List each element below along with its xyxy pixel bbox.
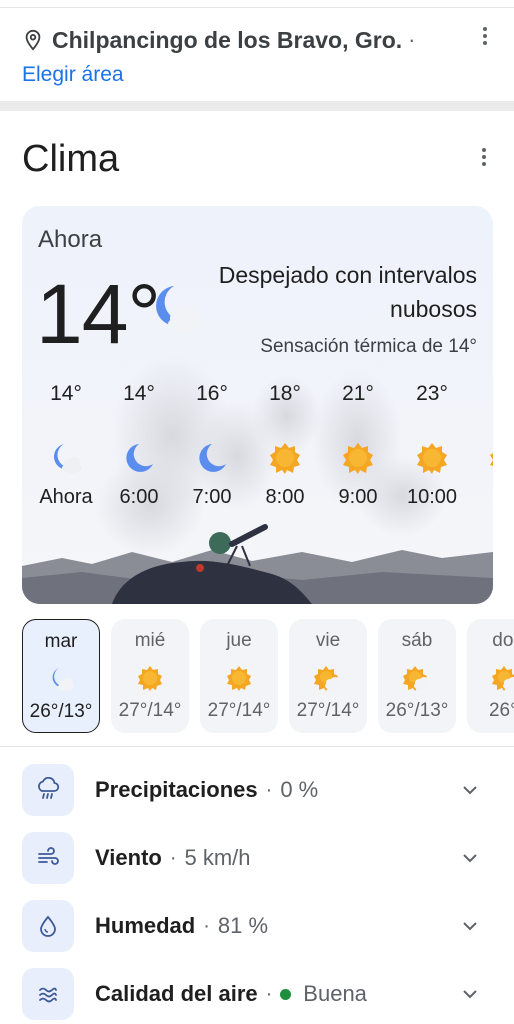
location-separator: · <box>408 27 416 52</box>
weather-card: Ahora 14° Despejado con intervalos nubos… <box>22 206 493 604</box>
humidity-row[interactable]: Humedad · 81 % <box>22 900 492 952</box>
hourly-temp: 21° <box>342 382 374 405</box>
hourly-time: 9:00 <box>338 486 378 508</box>
metric-value: 81 % <box>217 913 269 938</box>
sun-cloud-icon <box>314 666 341 691</box>
hourly-time: 8:00 <box>265 486 305 508</box>
weather-more-icon[interactable] <box>472 145 496 169</box>
hourly-item[interactable]: 23° 10:00 <box>395 382 469 509</box>
sun-icon <box>138 666 162 691</box>
location-header[interactable]: Chilpancingo de los Bravo, Gro. · <box>22 22 492 58</box>
rain-icon <box>22 764 74 816</box>
hourly-time: Ahora <box>39 486 93 508</box>
day-item[interactable]: jue 27°/14° <box>200 619 278 733</box>
list-divider <box>0 746 514 747</box>
metric-value: 5 km/h <box>184 845 251 870</box>
metric-label: Humedad <box>95 913 196 938</box>
location-pin-icon <box>25 29 41 51</box>
chevron-down-icon[interactable] <box>460 916 480 936</box>
day-name: mar <box>44 631 78 652</box>
weather-title: Clima <box>22 138 120 180</box>
day-name: dor <box>492 630 514 651</box>
metric-label: Viento <box>95 845 162 870</box>
sun-cloud-icon <box>492 666 514 691</box>
top-edge <box>0 0 514 8</box>
metric-label: Calidad del aire <box>95 981 258 1006</box>
day-temps: 26°/13° <box>29 701 93 722</box>
hourly-temp: 18° <box>269 382 301 405</box>
wind-icon <box>22 832 74 884</box>
air-quality-row[interactable]: Calidad del aire · Buena <box>22 968 492 1020</box>
day-name: jue <box>226 630 252 651</box>
day-item[interactable]: vie 27°/14° <box>289 619 367 733</box>
hourly-item[interactable]: 14° Ahora <box>29 382 103 509</box>
hourly-temp: 16° <box>196 382 228 405</box>
hourly-temp: 23° <box>416 382 448 405</box>
metric-separator: · <box>265 982 273 1005</box>
hourly-item[interactable]: 2 1 <box>468 382 493 509</box>
hourly-temp: 2 <box>468 382 493 412</box>
hourly-temp: 14° <box>50 382 82 405</box>
day-temps: 27°/14° <box>118 700 182 721</box>
sun-cloud-icon <box>403 666 430 691</box>
sun-icon <box>270 443 300 474</box>
hourly-item[interactable]: 16° 7:00 <box>175 382 249 509</box>
hourly-item[interactable]: 18° 8:00 <box>248 382 322 509</box>
sun-icon <box>343 443 373 474</box>
moon-cloud-icon <box>53 444 82 473</box>
hourly-time: 1 <box>468 486 493 509</box>
metric-value: 0 % <box>280 777 319 802</box>
sun-icon <box>490 453 493 466</box>
day-item[interactable]: mié 27°/14° <box>111 619 189 733</box>
hourly-item[interactable]: 21° 9:00 <box>321 382 395 509</box>
day-item[interactable]: dor 26°/ <box>467 619 514 733</box>
hourly-time: 7:00 <box>192 486 232 508</box>
day-name: sáb <box>401 630 433 651</box>
day-temps: 26°/ <box>488 700 514 721</box>
metric-label: Precipitaciones <box>95 777 258 802</box>
moon-icon <box>126 444 153 472</box>
metric-separator: · <box>203 914 210 937</box>
day-temps: 26°/13° <box>385 700 449 721</box>
change-area-link[interactable]: Elegir área <box>22 63 124 87</box>
sun-icon <box>227 666 251 691</box>
day-name: vie <box>315 630 341 651</box>
moon-cloud-icon <box>156 286 200 332</box>
day-item[interactable]: mar 26°/13° <box>22 619 100 733</box>
day-name: mié <box>134 630 166 651</box>
location-more-icon[interactable] <box>473 24 497 48</box>
chevron-down-icon[interactable] <box>460 984 480 1004</box>
feels-like-text: Sensación térmica de 14° <box>260 336 477 357</box>
location-name: Chilpancingo de los Bravo, Gro. <box>52 26 403 53</box>
wind-row[interactable]: Viento · 5 km/h <box>22 832 492 884</box>
day-item[interactable]: sáb 26°/13° <box>378 619 456 733</box>
daily-forecast: mar 26°/13° mié 27°/14° jue 27°/14° vie … <box>22 619 514 735</box>
metric-separator: · <box>265 778 273 801</box>
status-dot <box>280 988 292 1000</box>
day-temps: 27°/14° <box>296 700 360 721</box>
moon-cloud-icon <box>52 668 74 691</box>
droplet-icon <box>22 900 74 952</box>
hourly-time: 10:00 <box>406 486 458 508</box>
now-label: Ahora <box>38 226 103 253</box>
moon-icon <box>199 444 226 472</box>
precipitation-row[interactable]: Precipitaciones · 0 % <box>22 764 492 816</box>
day-temps: 27°/14° <box>207 700 271 721</box>
hourly-temp: 14° <box>123 382 155 405</box>
hourly-item[interactable]: 14° 6:00 <box>102 382 176 509</box>
metric-value: Buena <box>303 981 367 1006</box>
air-quality-icon <box>22 968 74 1020</box>
chevron-down-icon[interactable] <box>460 780 480 800</box>
section-divider <box>0 101 514 111</box>
current-temperature: 14° <box>36 267 161 361</box>
condition-text: Despejado con intervalos nubosos <box>218 262 477 322</box>
metric-separator: · <box>169 846 177 869</box>
sun-icon <box>417 443 447 474</box>
hourly-time: 6:00 <box>119 486 159 508</box>
chevron-down-icon[interactable] <box>460 848 480 868</box>
